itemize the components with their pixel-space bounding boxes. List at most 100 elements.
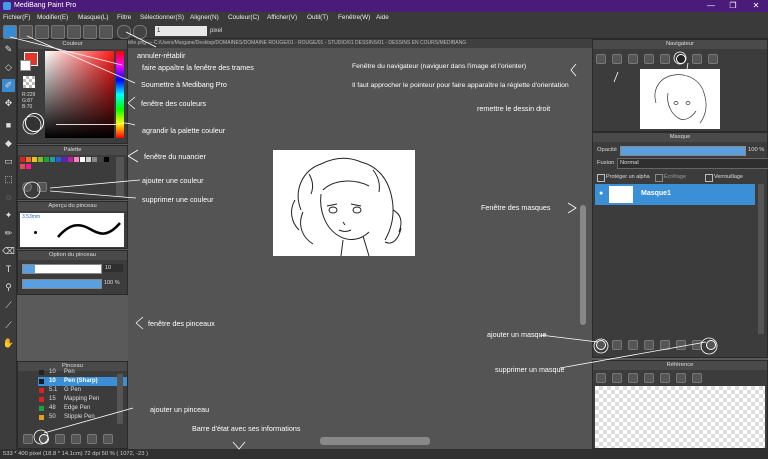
eraser-tool-icon[interactable]: ◇ bbox=[2, 61, 15, 74]
palette-scrollbar[interactable] bbox=[116, 157, 124, 197]
move-tool-icon[interactable]: ✥ bbox=[2, 97, 15, 110]
navigator-preview[interactable] bbox=[640, 69, 720, 129]
grid-icon[interactable] bbox=[51, 25, 65, 39]
lock-checkbox[interactable] bbox=[705, 174, 713, 182]
brush-menu-icon[interactable] bbox=[55, 434, 65, 444]
layer-visibility-icon[interactable]: ● bbox=[599, 190, 603, 197]
palette-swatch[interactable] bbox=[98, 157, 103, 162]
add-folder-icon[interactable] bbox=[660, 340, 670, 350]
snap-icon[interactable] bbox=[99, 25, 113, 39]
palette-swatch[interactable] bbox=[92, 157, 97, 162]
add-layer-1bit-icon[interactable] bbox=[628, 340, 638, 350]
zoom-out-icon[interactable] bbox=[612, 54, 622, 64]
palette-swatch[interactable] bbox=[44, 157, 49, 162]
menu-layer[interactable]: Masque(L) bbox=[78, 12, 109, 23]
flip-icon[interactable] bbox=[708, 54, 718, 64]
actual-size-icon[interactable] bbox=[644, 54, 654, 64]
drawing-canvas[interactable] bbox=[273, 150, 415, 257]
reference-folder-icon[interactable] bbox=[612, 373, 622, 383]
brush-opacity-slider[interactable] bbox=[22, 279, 102, 289]
pen-tool-icon[interactable]: ✐ bbox=[2, 79, 15, 92]
brush-list-item[interactable]: 10 Pen bbox=[38, 368, 127, 377]
brush-list-item[interactable]: 5.1 G Pen bbox=[38, 386, 127, 395]
brush-settings-icon[interactable] bbox=[23, 434, 33, 444]
brush-list-item[interactable]: 48 Edge Pen bbox=[38, 404, 127, 413]
select-pen-icon[interactable]: ✏ bbox=[2, 227, 15, 240]
reference-eyedropper-icon[interactable] bbox=[692, 373, 702, 383]
palette-swatch[interactable] bbox=[26, 164, 31, 169]
undo-icon[interactable] bbox=[117, 25, 131, 39]
transparent-swatch[interactable] bbox=[23, 76, 35, 88]
menu-window[interactable]: Fenêtre(W) bbox=[338, 12, 370, 23]
colour-swatches[interactable] bbox=[20, 52, 40, 72]
hand-tool-icon[interactable]: ✋ bbox=[2, 337, 15, 350]
palette-swatch[interactable] bbox=[32, 157, 37, 162]
reference-zoom-in-icon[interactable] bbox=[644, 373, 654, 383]
cloud-icon[interactable] bbox=[3, 25, 17, 39]
brush-tool-icon[interactable]: ✎ bbox=[2, 43, 15, 56]
eyedropper-icon[interactable]: ⟋ bbox=[2, 299, 15, 312]
palette-swatch[interactable] bbox=[86, 157, 91, 162]
menu-tool[interactable]: Outil(T) bbox=[307, 12, 328, 23]
menu-colour[interactable]: Couleur(C) bbox=[228, 12, 259, 23]
restore-button[interactable]: ❐ bbox=[722, 0, 744, 12]
menu-align[interactable]: Aligner(N) bbox=[190, 12, 219, 23]
reference-zoom-out-icon[interactable] bbox=[660, 373, 670, 383]
brush-folder-icon[interactable] bbox=[87, 434, 97, 444]
add-colour-button[interactable] bbox=[22, 182, 32, 192]
menu-help[interactable]: Aide bbox=[376, 12, 389, 23]
magic-wand-icon[interactable]: ✦ bbox=[2, 209, 15, 222]
select-tool-icon[interactable]: ⬚ bbox=[2, 173, 15, 186]
palette-swatch[interactable] bbox=[38, 157, 43, 162]
brush-list-item[interactable]: 10 Pen (Sharp) bbox=[38, 377, 127, 386]
minimize-button[interactable]: — bbox=[700, 0, 722, 12]
layer-opacity-slider[interactable] bbox=[620, 146, 746, 156]
palette-swatch[interactable] bbox=[26, 157, 31, 162]
add-brush-button[interactable] bbox=[39, 434, 49, 444]
merge-layer-icon[interactable] bbox=[692, 340, 702, 350]
menu-edit[interactable]: Modifier(E) bbox=[37, 12, 68, 23]
menu-file[interactable]: Fichier(F) bbox=[3, 12, 30, 23]
select-eraser-icon[interactable]: ⌫ bbox=[2, 245, 15, 258]
layer-name[interactable]: Masque1 bbox=[641, 190, 671, 197]
brush-delete-icon[interactable] bbox=[103, 434, 113, 444]
text-tool-icon[interactable]: T bbox=[2, 263, 15, 276]
layer-row[interactable]: ● Masque1 bbox=[595, 184, 755, 205]
fit-icon[interactable] bbox=[628, 54, 638, 64]
document-path-tab[interactable]: tête.png — C:/Users/Margane/Desktop/DOMA… bbox=[128, 39, 592, 48]
lasso-tool-icon[interactable]: ◌ bbox=[2, 191, 15, 204]
hue-slider[interactable] bbox=[116, 51, 124, 138]
palette-swatch[interactable] bbox=[20, 164, 25, 169]
add-halftone-layer-icon[interactable] bbox=[644, 340, 654, 350]
brush-list-item[interactable]: 50 Stipple Pen bbox=[38, 413, 127, 422]
add-layer-8bit-icon[interactable] bbox=[612, 340, 622, 350]
brush-size-select[interactable]: 1 bbox=[155, 26, 207, 36]
brush-list-scrollbar[interactable] bbox=[117, 374, 123, 424]
brush-size-slider[interactable] bbox=[22, 264, 102, 274]
tone-icon[interactable] bbox=[83, 25, 97, 39]
canvas-horizontal-scrollbar[interactable] bbox=[320, 437, 430, 445]
delete-colour-button[interactable] bbox=[37, 182, 47, 192]
palette-grid[interactable] bbox=[20, 157, 115, 171]
rotate-right-icon[interactable] bbox=[692, 54, 702, 64]
palette-swatch[interactable] bbox=[50, 157, 55, 162]
reference-image-icon[interactable] bbox=[628, 373, 638, 383]
rectangle-tool-icon[interactable]: ■ bbox=[2, 119, 15, 132]
rotate-left-icon[interactable] bbox=[660, 54, 670, 64]
add-layer-button[interactable] bbox=[596, 340, 606, 350]
palette-swatch[interactable] bbox=[62, 157, 67, 162]
close-button[interactable]: ✕ bbox=[745, 0, 767, 12]
delete-layer-button[interactable] bbox=[706, 340, 716, 350]
fill-tool-icon[interactable]: ◆ bbox=[2, 137, 15, 150]
layer-scrollbar[interactable] bbox=[758, 184, 764, 334]
reference-image-area[interactable] bbox=[595, 386, 765, 448]
palette-swatch[interactable] bbox=[74, 157, 79, 162]
palette-swatch[interactable] bbox=[68, 157, 73, 162]
brush-size-value[interactable]: 10 bbox=[103, 264, 123, 272]
upload-icon[interactable] bbox=[19, 25, 33, 39]
reference-open-icon[interactable] bbox=[596, 373, 606, 383]
palette-swatch[interactable] bbox=[104, 157, 109, 162]
zoom-in-icon[interactable] bbox=[596, 54, 606, 64]
menu-view[interactable]: Afficher(V) bbox=[267, 12, 297, 23]
menu-select[interactable]: Sélectionner(S) bbox=[140, 12, 184, 23]
